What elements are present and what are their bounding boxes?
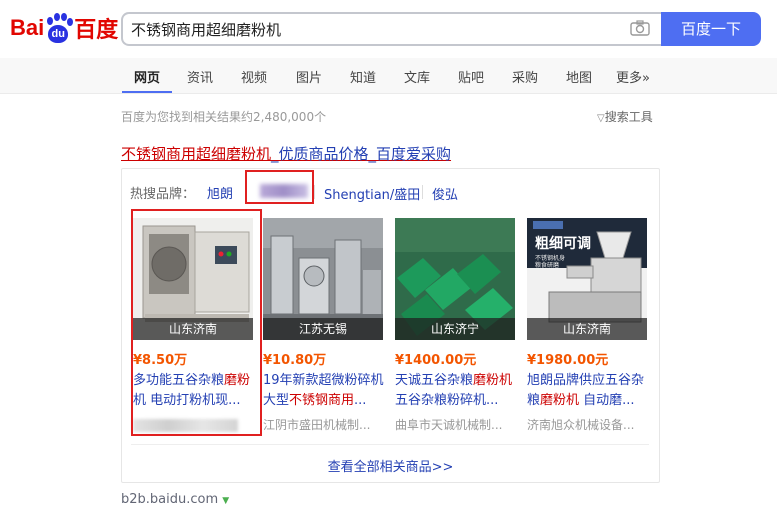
search-button[interactable]: 百度一下 — [661, 12, 761, 46]
tab-zhidao[interactable]: 知道 — [350, 67, 376, 86]
banner-text: 粗细可调 — [535, 235, 591, 252]
divider — [422, 185, 423, 199]
search-input[interactable]: 不锈钢商用超细磨粉机 — [121, 12, 661, 46]
filter-icon: ▽ — [597, 113, 605, 124]
product-title-link[interactable]: 19年新款超微粉碎机大型不锈钢商用... — [263, 371, 388, 411]
highlight-box — [245, 170, 314, 204]
product-image[interactable]: 江苏无锡 — [263, 218, 383, 340]
result-stats: 百度为您找到相关结果约2,480,000个 — [121, 110, 327, 124]
product-price: ¥1400.00元 — [395, 353, 477, 368]
ad-title-link[interactable]: 不锈钢商用超细磨粉机_优质商品价格_百度爱采购 — [121, 143, 451, 164]
tab-images[interactable]: 图片 — [296, 67, 322, 86]
divider — [314, 185, 315, 199]
shop-name: 济南旭众机械设备... — [527, 418, 635, 432]
tab-wenku[interactable]: 文库 — [404, 67, 430, 86]
shop-name: 曲阜市天诚机械制... — [395, 418, 503, 432]
brand-shengtian[interactable]: Shengtian/盛田 — [324, 184, 420, 203]
product-location: 山东济南 — [527, 318, 647, 340]
tab-bar: 网页 资讯 视频 图片 知道 文库 贴吧 采购 地图 更多» — [0, 58, 777, 94]
tab-caigou[interactable]: 采购 — [512, 67, 538, 86]
paw-icon: du — [45, 13, 74, 43]
product-image[interactable]: 山东济宁 — [395, 218, 515, 340]
product-title-link[interactable]: 旭朗品牌供应五谷杂粮磨粉机 自动磨... — [527, 371, 652, 411]
shop-name: 江阴市盛田机械制... — [263, 418, 371, 432]
product-location: 江苏无锡 — [263, 318, 383, 340]
tab-news[interactable]: 资讯 — [187, 67, 213, 86]
tab-map[interactable]: 地图 — [566, 67, 592, 86]
product-location: 山东济宁 — [395, 318, 515, 340]
product-price: ¥10.80万 — [263, 353, 327, 368]
active-tab-indicator — [122, 91, 172, 93]
header: Bai du 百度 不锈钢商用超细磨粉机 百度一下 — [0, 0, 777, 58]
result-url[interactable]: b2b.baidu.com ▼ — [121, 492, 229, 507]
tab-video[interactable]: 视频 — [241, 67, 267, 86]
product-title-link[interactable]: 天诚五谷杂粮磨粉机五谷杂粮粉碎机... — [395, 371, 520, 411]
search-tools[interactable]: ▽搜索工具 — [597, 108, 653, 125]
dropdown-caret-icon[interactable]: ▼ — [222, 496, 229, 506]
camera-icon[interactable] — [630, 20, 650, 36]
baidu-logo[interactable]: Bai du 百度 — [10, 12, 118, 44]
divider — [131, 444, 649, 445]
product-image[interactable]: 粗细可调 不锈钢机身 粮食研磨 山东济南 — [527, 218, 647, 340]
brand-xulang[interactable]: 旭朗 — [207, 183, 233, 202]
hot-brands: 热搜品牌： 旭朗 — [130, 183, 233, 202]
banner-text: 不锈钢机身 — [535, 254, 565, 262]
tab-web[interactable]: 网页 — [134, 67, 160, 86]
highlight-box — [131, 209, 262, 436]
tab-more[interactable]: 更多» — [616, 67, 650, 86]
brands-label: 热搜品牌： — [130, 186, 196, 202]
logo-text-cn: 百度 — [74, 18, 119, 43]
tab-tieba[interactable]: 贴吧 — [458, 67, 484, 86]
view-all-products-link[interactable]: 查看全部相关商品>> — [0, 456, 777, 475]
brand-junhong[interactable]: 俊弘 — [432, 184, 458, 203]
logo-text-bai: Bai — [10, 15, 45, 40]
product-price: ¥1980.00元 — [527, 353, 609, 368]
banner-text: 粮食研磨 — [535, 261, 559, 269]
